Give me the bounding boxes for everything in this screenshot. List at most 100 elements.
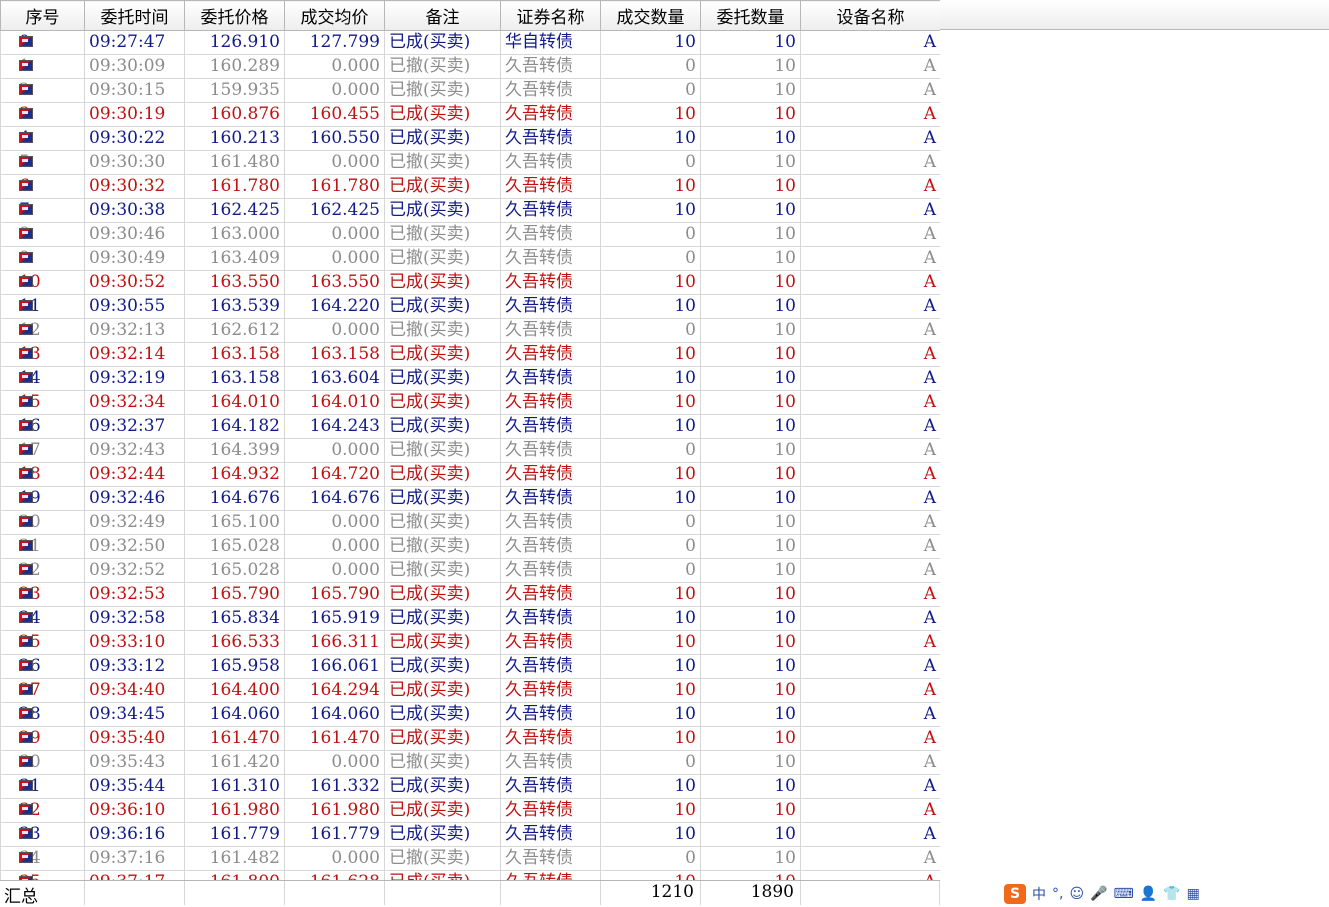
security-name-cell[interactable]: 久吾转债 [500,246,601,271]
security-name-cell[interactable]: 久吾转债 [500,582,601,607]
security-name-cell[interactable]: 久吾转债 [500,606,601,631]
avg-price-cell[interactable]: 0.000 [284,150,385,175]
filled-qty-cell[interactable]: 0 [600,750,701,775]
order-qty-cell[interactable]: 10 [700,702,801,727]
table-row[interactable]: 309:30:19160.876160.455已成(买卖)久吾转债1010A [0,102,940,127]
time-cell[interactable]: 09:30:30 [84,150,185,175]
device-cell[interactable]: A [800,126,940,151]
order-qty-cell[interactable]: 10 [700,390,801,415]
time-cell[interactable]: 09:30:49 [84,246,185,271]
order-qty-cell[interactable]: 10 [700,366,801,391]
filled-qty-cell[interactable]: 10 [600,702,701,727]
filled-qty-cell[interactable]: 10 [600,486,701,511]
order-qty-cell[interactable]: 10 [700,126,801,151]
table-row[interactable]: 1309:32:14163.158163.158已成(买卖)久吾转债1010A [0,342,940,367]
seq-cell[interactable]: 6 [0,174,85,199]
time-cell[interactable]: 09:34:40 [84,678,185,703]
avg-price-cell[interactable]: 161.780 [284,174,385,199]
device-cell[interactable]: A [800,222,940,247]
note-cell[interactable]: 已成(买卖) [384,270,501,295]
note-cell[interactable]: 已成(买卖) [384,702,501,727]
device-cell[interactable]: A [800,438,940,463]
security-name-cell[interactable]: 久吾转债 [500,342,601,367]
filled-qty-cell[interactable]: 10 [600,126,701,151]
column-note-header[interactable]: 备注 [384,0,501,31]
security-name-cell[interactable]: 久吾转债 [500,126,601,151]
table-row[interactable]: 3209:36:10161.980161.980已成(买卖)久吾转债1010A [0,798,940,823]
time-cell[interactable]: 09:32:53 [84,582,185,607]
security-name-cell[interactable]: 久吾转债 [500,774,601,799]
order-qty-cell[interactable]: 10 [700,726,801,751]
security-name-cell[interactable]: 久吾转债 [500,270,601,295]
avg-price-cell[interactable]: 0.000 [284,750,385,775]
table-row[interactable]: 1609:32:37164.182164.243已成(买卖)久吾转债1010A [0,414,940,439]
keyboard-icon[interactable]: ⌨ [1114,886,1134,902]
security-name-cell[interactable]: 久吾转债 [500,846,601,871]
avg-price-cell[interactable]: 163.550 [284,270,385,295]
avg-price-cell[interactable]: 161.332 [284,774,385,799]
time-cell[interactable]: 09:33:10 [84,630,185,655]
avg-price-cell[interactable]: 160.550 [284,126,385,151]
table-row[interactable]: 1109:30:55163.539164.220已成(买卖)久吾转债1010A [0,294,940,319]
ime-punct-toggle[interactable]: °, [1052,886,1063,902]
filled-qty-cell[interactable]: 0 [600,246,701,271]
filled-qty-cell[interactable]: 10 [600,366,701,391]
avg-price-cell[interactable]: 163.158 [284,342,385,367]
filled-qty-cell[interactable]: 10 [600,102,701,127]
device-cell[interactable]: A [800,822,940,847]
security-name-cell[interactable]: 久吾转债 [500,630,601,655]
price-cell[interactable]: 166.533 [184,630,285,655]
note-cell[interactable]: 已成(买卖) [384,630,501,655]
avg-price-cell[interactable]: 162.425 [284,198,385,223]
note-cell[interactable]: 已撤(买卖) [384,438,501,463]
security-name-cell[interactable]: 久吾转债 [500,558,601,583]
avg-price-cell[interactable]: 164.060 [284,702,385,727]
device-cell[interactable]: A [800,54,940,79]
device-cell[interactable]: A [800,486,940,511]
device-cell[interactable]: A [800,582,940,607]
filled-qty-cell[interactable]: 0 [600,846,701,871]
avg-price-cell[interactable]: 0.000 [284,846,385,871]
user-icon[interactable]: 👤 [1140,886,1157,902]
note-cell[interactable]: 已成(买卖) [384,198,501,223]
filled-qty-cell[interactable]: 10 [600,390,701,415]
seq-cell[interactable]: 1 [0,54,85,79]
device-cell[interactable]: A [800,726,940,751]
avg-price-cell[interactable]: 0.000 [284,222,385,247]
seq-cell[interactable]: 25 [0,630,85,655]
filled-qty-cell[interactable]: 10 [600,726,701,751]
filled-qty-cell[interactable]: 10 [600,606,701,631]
filled-qty-cell[interactable]: 0 [600,534,701,559]
order-qty-cell[interactable]: 10 [700,678,801,703]
order-qty-cell[interactable]: 10 [700,54,801,79]
device-cell[interactable]: A [800,150,940,175]
seq-cell[interactable]: 27 [0,678,85,703]
filled-qty-cell[interactable]: 0 [600,150,701,175]
seq-cell[interactable]: 26 [0,654,85,679]
avg-price-cell[interactable]: 166.311 [284,630,385,655]
device-cell[interactable]: A [800,198,940,223]
table-row[interactable]: 1409:32:19163.158163.604已成(买卖)久吾转债1010A [0,366,940,391]
price-cell[interactable]: 165.790 [184,582,285,607]
column-filled-qty-header[interactable]: 成交数量 [600,0,701,31]
order-qty-cell[interactable]: 10 [700,774,801,799]
avg-price-cell[interactable]: 161.980 [284,798,385,823]
seq-cell[interactable]: 32 [0,798,85,823]
time-cell[interactable]: 09:30:19 [84,102,185,127]
avg-price-cell[interactable]: 164.676 [284,486,385,511]
seq-cell[interactable]: 24 [0,606,85,631]
filled-qty-cell[interactable]: 0 [600,78,701,103]
table-row[interactable]: 209:30:15159.9350.000已撤(买卖)久吾转债010A [0,78,940,103]
time-cell[interactable]: 09:32:34 [84,390,185,415]
order-qty-cell[interactable]: 10 [700,606,801,631]
order-qty-cell[interactable]: 10 [700,102,801,127]
price-cell[interactable]: 160.876 [184,102,285,127]
time-cell[interactable]: 09:30:52 [84,270,185,295]
price-cell[interactable]: 163.550 [184,270,285,295]
time-cell[interactable]: 09:35:40 [84,726,185,751]
filled-qty-cell[interactable]: 10 [600,270,701,295]
time-cell[interactable]: 09:32:50 [84,534,185,559]
table-row[interactable]: 009:27:47126.910127.799已成(买卖)华自转债1010A [0,30,940,55]
price-cell[interactable]: 162.425 [184,198,285,223]
order-qty-cell[interactable]: 10 [700,30,801,55]
